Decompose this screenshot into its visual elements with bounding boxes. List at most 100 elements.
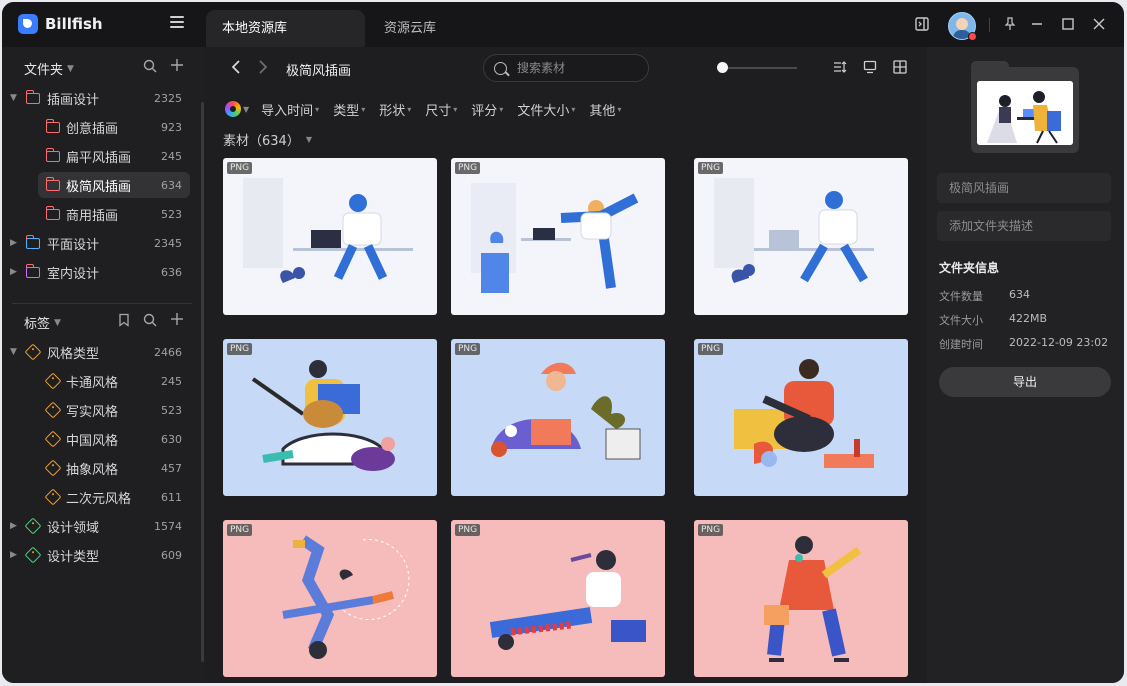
filter-dropdown[interactable]: 类型 ▾ [333,100,365,119]
back-button[interactable] [230,59,242,79]
folder-icon [45,148,60,162]
sidebar-tag-count: 609 [161,548,182,562]
sidebar-tag-item[interactable]: ▶ 设计类型 609 [2,542,192,568]
export-button[interactable]: 导出 [939,367,1111,397]
title-bar: Billfish 本地资源库 资源云库 [2,2,1124,47]
sidebar-folder-item[interactable]: ▼ 插画设计 2325 [2,85,192,111]
asset-thumbnail[interactable]: PNG [223,339,437,496]
search-folder-icon[interactable] [142,59,158,77]
panel-toggle-icon[interactable] [914,16,930,32]
chevron-down-icon: ▾ [571,104,576,114]
tag-icon [24,546,42,564]
folder-info-row: 文件数量 634 [939,288,1030,304]
grid-view-icon[interactable] [892,59,908,75]
menu-icon[interactable] [170,16,184,30]
filter-dropdown[interactable]: 尺寸 ▾ [425,100,457,119]
asset-thumbnail[interactable]: PNG [451,520,665,677]
sidebar-tag-item[interactable]: 二次元风格 611 [2,484,192,510]
chevron-right-icon[interactable]: ▶ [10,267,17,277]
file-type-badge: PNG [227,162,253,174]
thumbnail-size-slider[interactable] [719,67,797,69]
chevron-down-icon[interactable]: ▼ [10,93,17,103]
add-folder-icon[interactable] [169,58,185,76]
sidebar-tag-label: 二次元风格 [66,491,132,507]
slider-handle[interactable] [717,62,728,73]
main-content: 极简风插画 ▼ 导入时间▾类型▾形状▾尺寸▾评分▾文件大小▾其他▾ 素材（634… [205,47,927,683]
sidebar-tag-item[interactable]: 中国风格 630 [2,426,192,452]
folder-description-field[interactable]: 添加文件夹描述 [937,211,1111,241]
folder-icon [45,119,60,133]
tag-icon [44,401,62,419]
search-bar[interactable] [483,54,649,82]
bookmark-icon[interactable] [116,313,132,331]
chevron-down-icon: ▾ [617,104,622,114]
sidebar-scrollbar[interactable] [201,102,204,662]
sidebar-tag-label: 设计领域 [47,520,100,536]
search-tag-icon[interactable] [142,313,158,331]
sort-icon[interactable] [832,59,848,75]
asset-thumbnail[interactable]: PNG [451,158,665,315]
preview-mode-icon[interactable] [862,59,878,75]
asset-thumbnail[interactable]: PNG [694,158,908,315]
close-icon[interactable] [1091,16,1107,32]
forward-button[interactable] [257,59,269,79]
sidebar-tag-item[interactable]: ▼ 风格类型 2466 [2,339,192,365]
filter-label: 类型 [333,103,360,119]
sidebar-folder-item[interactable]: 扁平风插画 245 [2,143,192,169]
asset-count[interactable]: 素材（634） ▼ [223,130,312,149]
filter-dropdown[interactable]: 评分 ▾ [471,100,503,119]
folder-thumbnail [971,61,1079,153]
filter-list: 导入时间 ▾ 类型 ▾ 形状 ▾ 尺寸 ▾ 评分 ▾ 文件大小 ▾ 其他 ▾ [261,100,635,119]
maximize-icon[interactable] [1060,16,1076,32]
chevron-right-icon[interactable]: ▶ [10,238,17,248]
filter-dropdown[interactable]: 文件大小 ▾ [517,100,575,119]
filter-bar: ▼ 导入时间 ▾ 类型 ▾ 形状 ▾ 尺寸 ▾ 评分 ▾ 文件大小 ▾ 其他 ▾ [225,99,635,119]
sidebar-tag-item[interactable]: 写实风格 523 [2,397,192,423]
sidebar-tag-count: 630 [161,432,182,446]
search-input[interactable] [515,60,629,76]
sidebar-tag-item[interactable]: 卡通风格 245 [2,368,192,394]
add-tag-icon[interactable] [169,312,185,330]
asset-thumbnail[interactable]: PNG [694,339,908,496]
asset-thumbnail[interactable]: PNG [694,520,908,677]
asset-thumbnail[interactable]: PNG [223,520,437,677]
chevron-down-icon: ▼ [67,63,74,74]
search-icon [494,61,507,75]
pin-icon[interactable] [1002,16,1018,32]
filter-label: 其他 [589,103,616,119]
chevron-down-icon: ▾ [361,104,366,114]
notification-dot [968,32,977,41]
sidebar-tag-item[interactable]: ▶ 设计领域 1574 [2,513,192,539]
chevron-right-icon[interactable]: ▶ [10,550,17,560]
filter-label: 文件大小 [517,103,570,119]
folder-icon [45,206,60,220]
folder-name-field[interactable]: 极简风插画 [937,173,1111,203]
tab-local-library[interactable]: 本地资源库 [206,10,365,47]
sidebar-tag-count: 523 [161,403,182,417]
sidebar-folder-item[interactable]: ▶ 平面设计 2345 [2,230,192,256]
chevron-right-icon[interactable]: ▶ [10,521,17,531]
info-value: 634 [1009,288,1030,301]
minimize-icon[interactable] [1029,16,1045,32]
folders-section-header[interactable]: 文件夹 ▼ [24,59,74,78]
sidebar-folder-item[interactable]: ▶ 室内设计 636 [2,259,192,285]
tab-cloud-library[interactable]: 资源云库 [368,10,452,47]
asset-thumbnail[interactable]: PNG [451,339,665,496]
asset-thumbnail[interactable]: PNG [223,158,437,315]
chevron-down-icon[interactable]: ▼ [10,347,17,357]
sidebar-folder-item[interactable]: 极简风插画 634 [38,172,190,198]
sidebar-tag-item[interactable]: 抽象风格 457 [2,455,192,481]
sidebar-folder-count: 245 [161,149,182,163]
app-name: Billfish [45,15,103,33]
sidebar-tag-label: 抽象风格 [66,462,119,478]
app-window: Billfish 本地资源库 资源云库 文件夹 ▼ ▼ 插画设计 2325 创意… [2,2,1124,683]
color-filter-icon[interactable] [225,101,241,117]
sidebar-folder-item[interactable]: 创意插画 923 [2,114,192,140]
sidebar-folder-item[interactable]: 商用插画 523 [2,201,192,227]
filter-dropdown[interactable]: 其他 ▾ [589,100,621,119]
filter-label: 评分 [471,103,498,119]
filter-dropdown[interactable]: 导入时间 ▾ [261,100,319,119]
sidebar-folder-count: 2345 [154,236,182,250]
filter-dropdown[interactable]: 形状 ▾ [379,100,411,119]
tags-section-header[interactable]: 标签 ▼ [24,313,61,332]
